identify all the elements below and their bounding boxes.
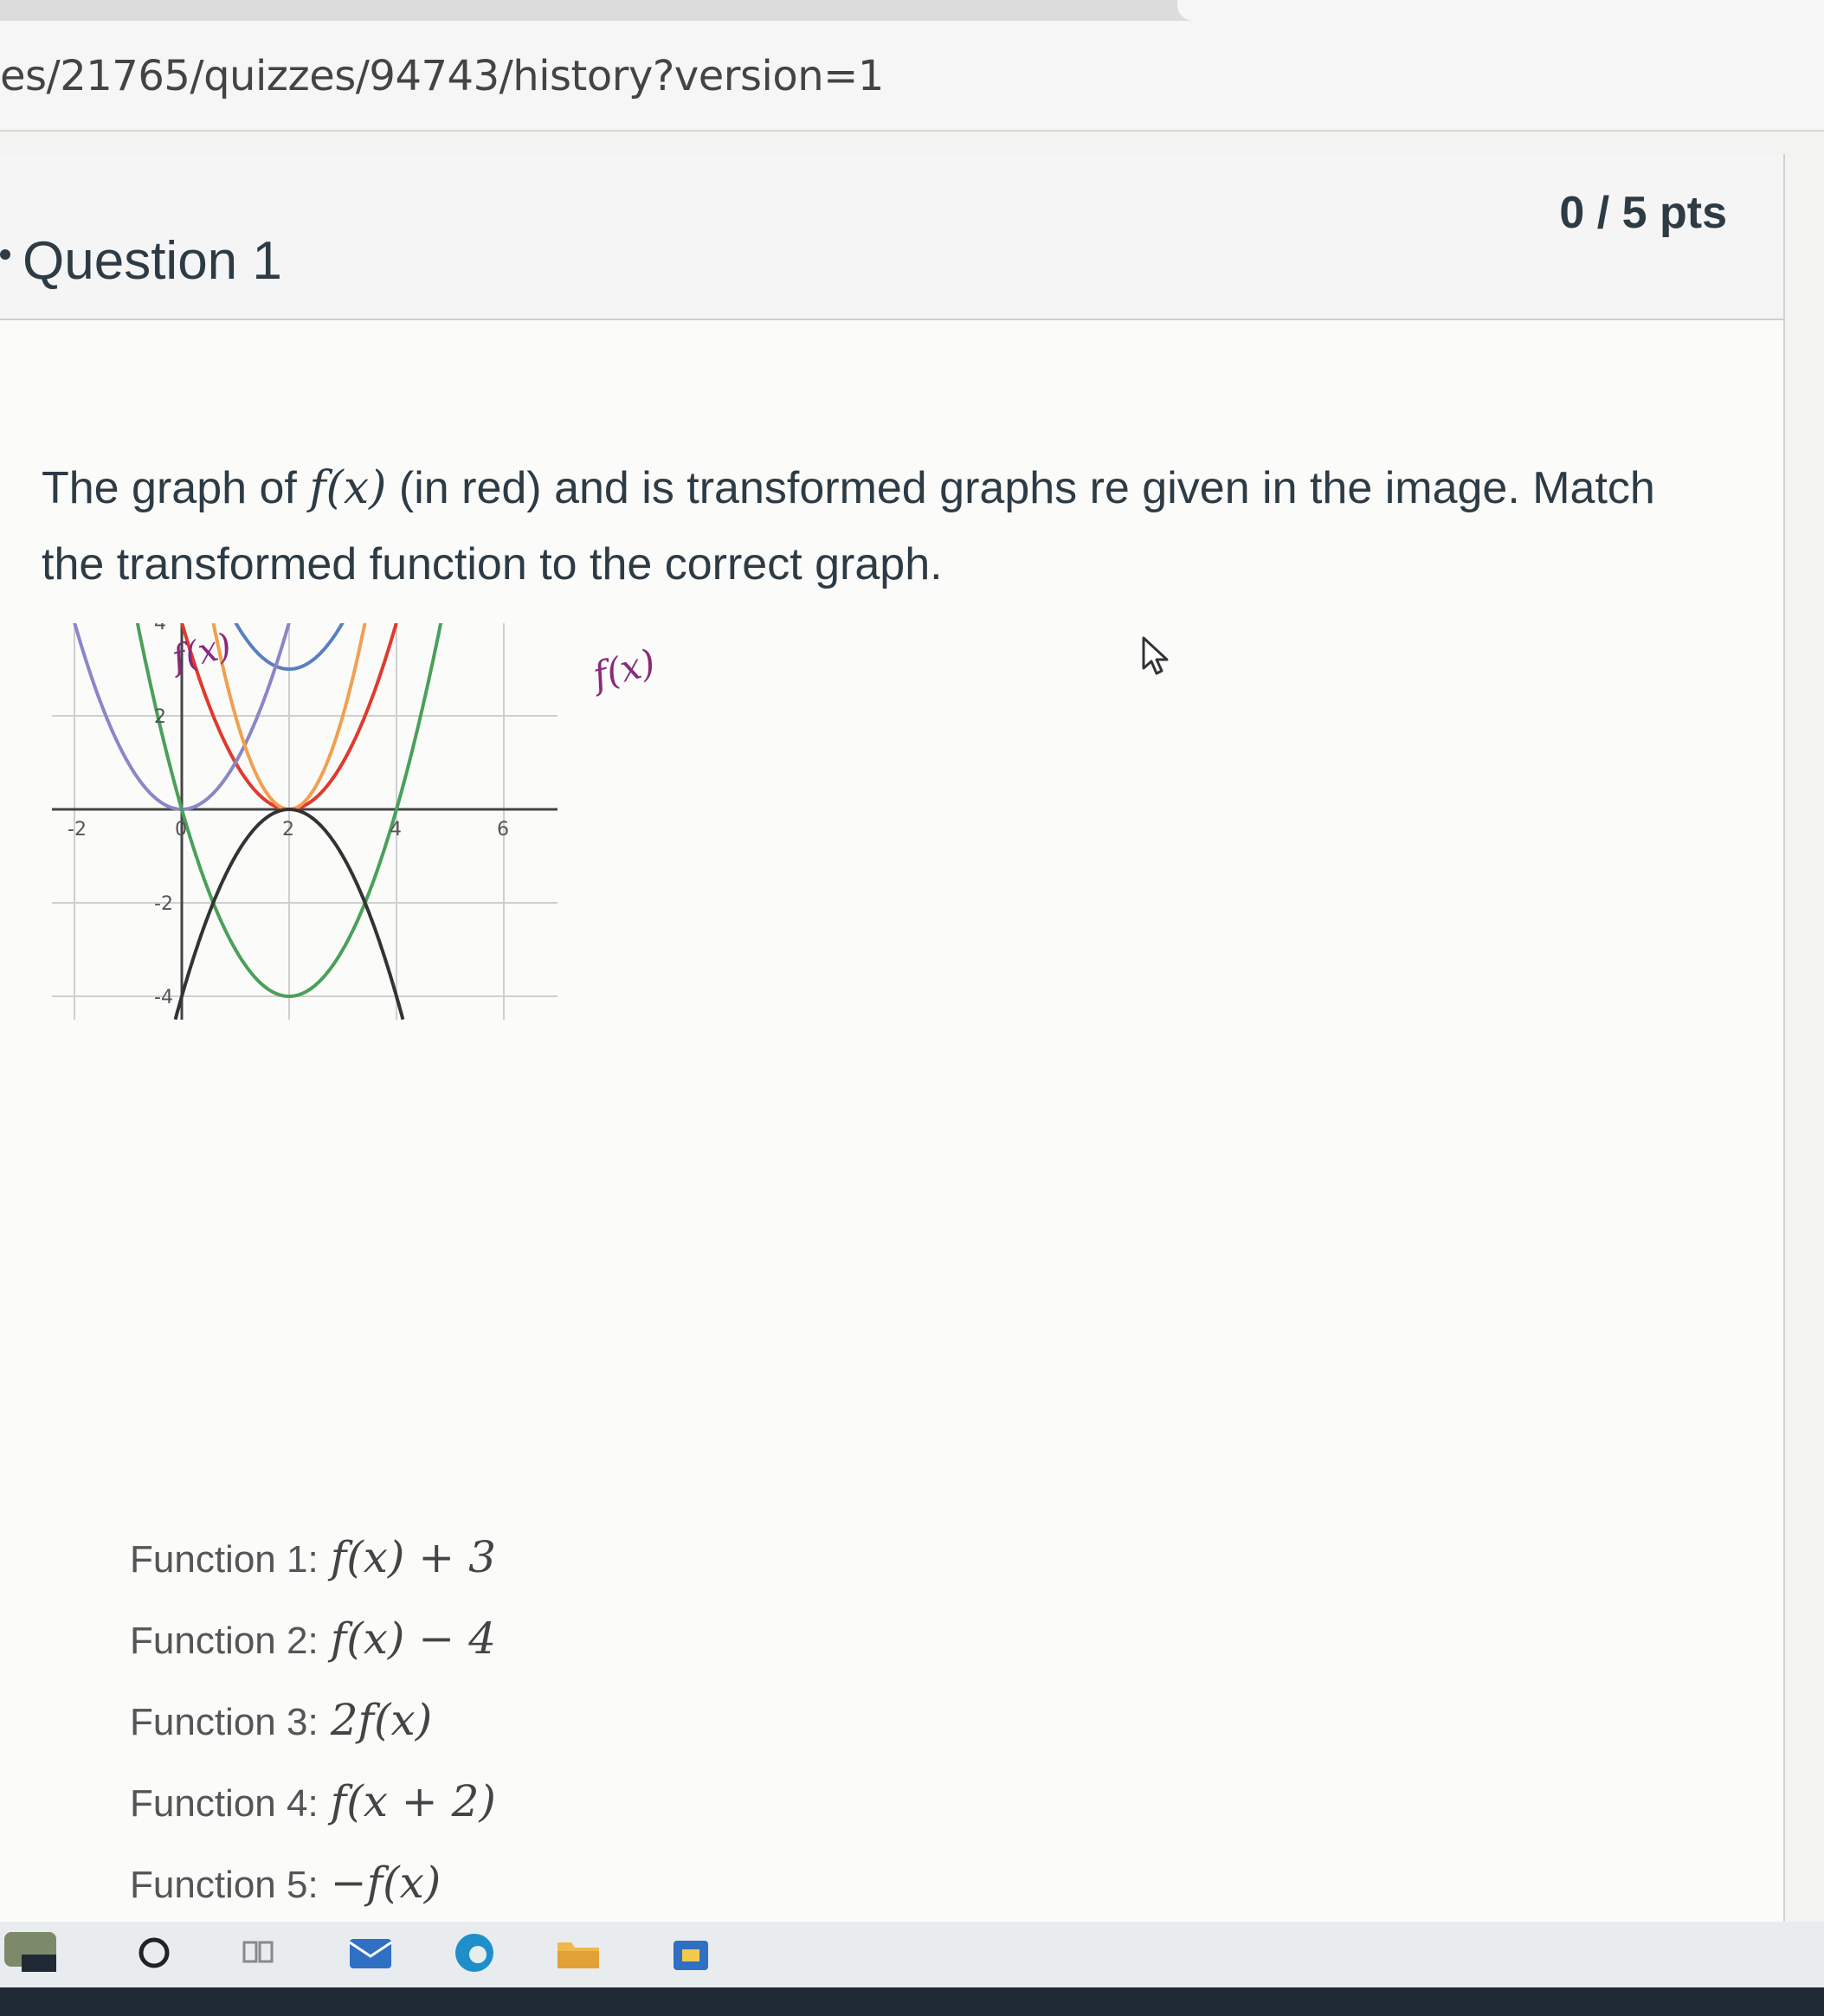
tab-strip: [0, 0, 1824, 21]
x-tick-label: -2: [68, 819, 87, 841]
question-title: Question 1: [23, 231, 282, 291]
functions-list: Function 1: f(x) + 3 Function 2: f(x) − 4 …: [130, 1532, 909, 1939]
store-icon[interactable]: [667, 1929, 715, 1977]
question-text-before: The graph of: [42, 463, 310, 513]
question-points: 0 / 5 pts: [1559, 188, 1727, 238]
task-view-icon[interactable]: [234, 1929, 282, 1977]
browser-chrome: es/21765/quizzes/94743/history?version=1: [0, 0, 1824, 132]
taskbar-strip: [0, 1987, 1824, 2016]
transformations-graph: -20246642-2-4 f(x) f(x): [52, 623, 660, 1021]
function-item: Function 1: f(x) + 3: [130, 1532, 496, 1582]
start-icon[interactable]: [0, 1929, 78, 1977]
graph-curves: [73, 623, 443, 1021]
search-icon[interactable]: [130, 1929, 178, 1977]
mail-icon[interactable]: [346, 1929, 395, 1977]
function-item: Function 3: 2f(x): [130, 1695, 433, 1745]
handwritten-label-right: f(x): [586, 641, 660, 698]
y-tick-label: 2: [154, 706, 166, 728]
x-tick-label: 4: [390, 819, 402, 841]
x-tick-label: 0: [175, 819, 187, 841]
edge-icon[interactable]: [450, 1929, 499, 1977]
y-tick-label: -4: [154, 987, 173, 1008]
y-tick-label: -2: [154, 893, 173, 915]
x-tick-label: 6: [497, 819, 509, 841]
folder-icon[interactable]: [554, 1929, 603, 1977]
function-item: Function 4: f(x + 2): [130, 1776, 496, 1826]
graph-grid: [52, 623, 558, 1020]
question-bullet-icon: [0, 249, 10, 260]
question-text: The graph of f(x) (in red) and is transf…: [42, 450, 1730, 602]
graph-axes: [52, 623, 558, 1020]
y-tick-label: 4: [154, 623, 166, 634]
browser-tab[interactable]: [1177, 0, 1824, 21]
question-text-math: f(x): [309, 462, 387, 514]
mouse-cursor-icon: [1142, 636, 1169, 675]
x-tick-label: 2: [282, 819, 294, 841]
function-item: Function 2: f(x) − 4: [130, 1613, 496, 1664]
address-bar-url[interactable]: es/21765/quizzes/94743/history?version=1: [0, 52, 884, 100]
